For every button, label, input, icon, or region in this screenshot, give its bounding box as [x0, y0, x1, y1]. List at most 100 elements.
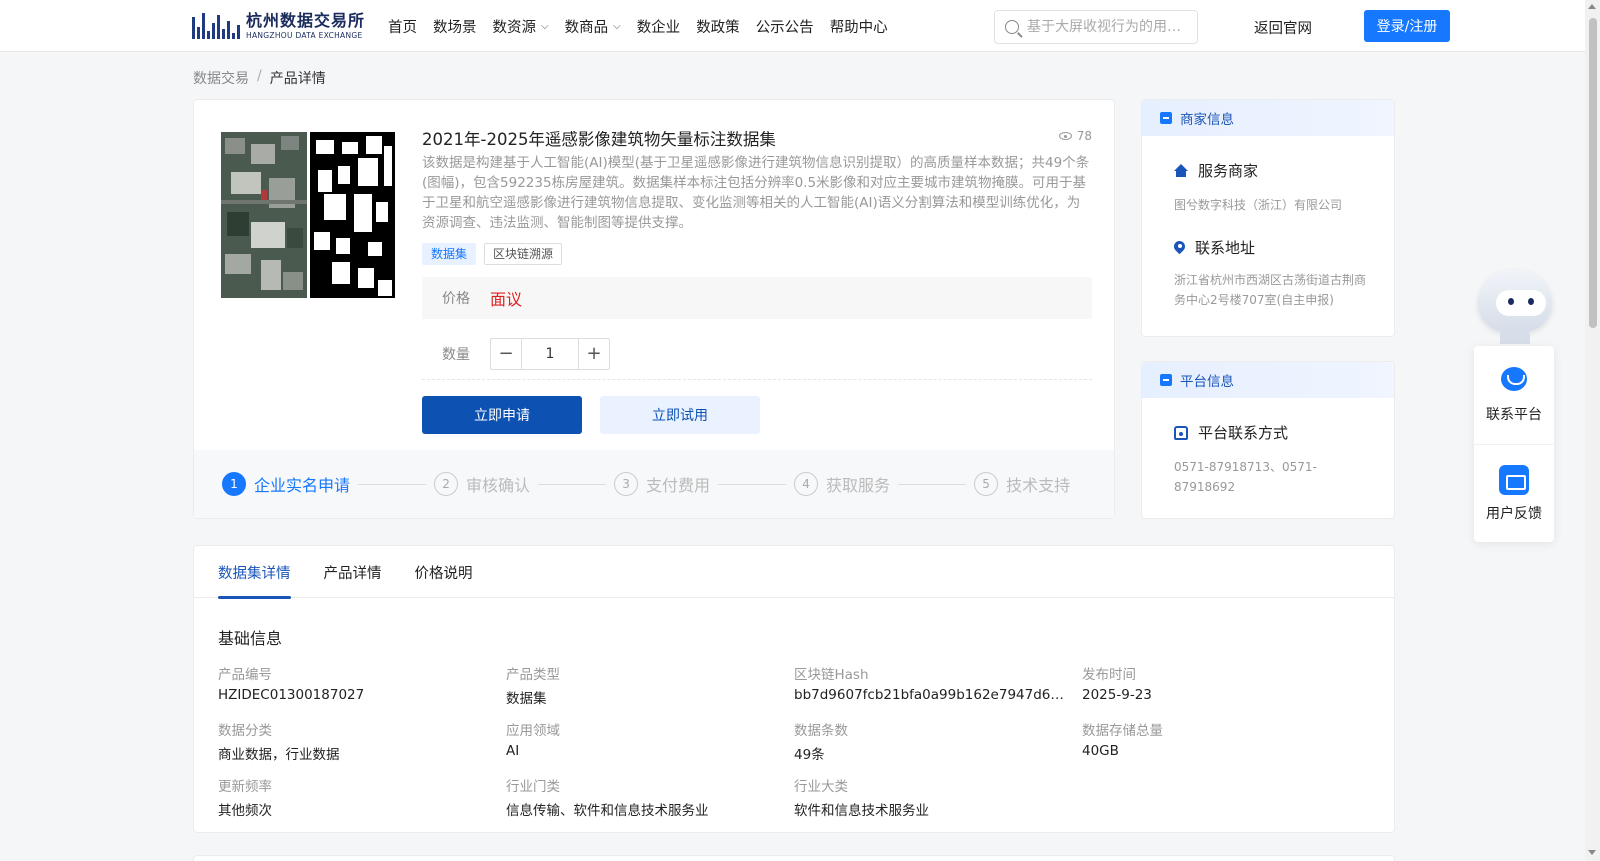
page-scrollbar[interactable]: [1585, 0, 1600, 861]
scroll-up-arrow-icon[interactable]: [1588, 4, 1596, 9]
info-field: 区块链Hash bb7d9607fcb21bfa0a99b162e7947d6b6…: [794, 663, 1082, 705]
try-now-button[interactable]: 立即试用: [600, 396, 760, 434]
breadcrumb-separator: /: [257, 68, 262, 84]
breadcrumb-root[interactable]: 数据交易: [193, 68, 249, 88]
info-field-value: 40GB: [1082, 743, 1119, 759]
process-step: 2 审核确认: [434, 472, 530, 496]
info-field-label: 行业大类: [794, 779, 848, 795]
location-pin-icon: [1174, 241, 1185, 255]
contact-platform-button[interactable]: 联系平台: [1474, 346, 1554, 444]
process-step: 3 支付费用: [614, 472, 710, 496]
site-logo[interactable]: 杭州数据交易所 HANGZHOU DATA EXCHANGE: [192, 10, 365, 42]
info-field-value: AI: [506, 743, 520, 759]
merchant-info-card: 商家信息 服务商家 图兮数字科技（浙江）有限公司 联系地址 浙江省杭州市西湖区古…: [1141, 99, 1395, 337]
nav-item[interactable]: 帮助中心: [830, 16, 888, 37]
platform-info-card: 平台信息 平台联系方式 0571-87918713、0571-87918692: [1141, 361, 1395, 519]
service-merchant-heading: 服务商家: [1174, 160, 1394, 181]
search-input[interactable]: [1027, 19, 1187, 35]
info-field-label: 更新频率: [218, 779, 272, 795]
process-step: 4 获取服务: [794, 472, 890, 496]
merchant-info-header: 商家信息: [1142, 100, 1394, 136]
step-label: 技术支持: [1006, 476, 1071, 495]
breadcrumb: 数据交易 / 产品详情: [193, 68, 326, 88]
search-icon[interactable]: [1005, 20, 1019, 34]
process-steps: 1 企业实名申请 2 审核确认 3 支付费用 4 获取服务 5 技术支持: [194, 450, 1114, 518]
nav-item[interactable]: 数企业: [637, 16, 681, 37]
step-label: 审核确认: [466, 476, 531, 495]
apply-now-button[interactable]: 立即申请: [422, 396, 582, 434]
merchant-name[interactable]: 图兮数字科技（浙江）有限公司: [1174, 195, 1370, 215]
nav-item[interactable]: 首页: [388, 16, 417, 37]
info-field-label: 行业门类: [506, 779, 560, 795]
nav-item-label: 数资源: [492, 19, 537, 36]
detail-tabs: 数据集详情 产品详情 价格说明: [194, 546, 1394, 599]
logo-bars-icon: [192, 13, 240, 39]
product-description: 该数据是构建基于人工智能(AI)模型(基于卫星遥感影像进行建筑物信息识别提取）的…: [422, 155, 1090, 231]
detail-tab[interactable]: 产品详情: [324, 546, 382, 598]
telephone-icon: [1174, 425, 1188, 440]
product-tags: 数据集 区块链溯源: [422, 243, 563, 265]
quantity-label: 数量: [442, 346, 470, 363]
step-number: 2: [434, 472, 459, 496]
info-field: 产品类型 数据集: [506, 663, 794, 707]
nav-item[interactable]: 公示公告: [756, 16, 814, 37]
eye-icon: [1058, 132, 1072, 140]
info-field-label: 数据条数: [794, 723, 848, 739]
platform-info-title: 平台信息: [1180, 374, 1234, 390]
step-label: 获取服务: [826, 476, 891, 495]
scroll-down-arrow-icon[interactable]: [1588, 850, 1596, 855]
decrement-button[interactable]: −: [491, 339, 521, 369]
scrollbar-thumb[interactable]: [1589, 18, 1597, 328]
info-field: 更新频率 其他频次: [218, 775, 506, 819]
merchant-info-title: 商家信息: [1180, 112, 1234, 128]
chevron-down-icon: ⌵: [541, 20, 549, 32]
dataset-details-card: 数据集详情 产品详情 价格说明 基础信息 产品编号 HZIDEC01300187027…: [193, 545, 1395, 833]
nav-item-label: 数企业: [636, 19, 681, 36]
login-register-button[interactable]: 登录/注册: [1364, 10, 1450, 42]
info-field-label: 产品类型: [506, 667, 560, 683]
nav-item[interactable]: 数商品 ⌵: [565, 16, 621, 37]
info-field-label: 产品编号: [218, 667, 272, 683]
info-field: 数据分类 商业数据，行业数据: [218, 719, 506, 763]
back-to-home-link[interactable]: 返回官网: [1254, 17, 1312, 38]
info-field-value: 2025-9-23: [1082, 687, 1152, 703]
info-field-label: 区块链Hash: [794, 667, 869, 683]
logo-title: 杭州数据交易所: [246, 10, 366, 30]
price-value: 面议: [490, 290, 523, 309]
detail-tab[interactable]: 价格说明: [415, 546, 473, 598]
nav-item[interactable]: 数场景: [433, 16, 477, 37]
product-title: 2021年-2025年遥感影像建筑物矢量标注数据集: [422, 130, 776, 149]
platform-contact-heading: 平台联系方式: [1174, 422, 1394, 443]
quantity-input[interactable]: 1: [521, 338, 579, 369]
nav-item-label: 帮助中心: [829, 19, 888, 36]
user-feedback-button[interactable]: 用户反馈: [1474, 444, 1554, 542]
assistant-robot[interactable]: [1472, 266, 1558, 346]
info-field-label: 应用领域: [506, 723, 560, 739]
nav-item[interactable]: 数资源 ⌵: [493, 16, 549, 37]
info-field: 数据存储总量 40GB: [1082, 719, 1370, 761]
contact-platform-label: 联系平台: [1486, 407, 1542, 423]
merchant-address: 浙江省杭州市西湖区古荡街道古荆商务中心2号楼707室(自主申报): [1174, 273, 1367, 307]
info-card-icon: [1160, 112, 1172, 124]
info-field-value: HZIDEC01300187027: [218, 687, 365, 703]
satellite-image: [221, 132, 307, 298]
detail-tab[interactable]: 数据集详情: [218, 546, 291, 599]
step-connector: [898, 483, 967, 485]
nav-item-label: 数场景: [433, 19, 477, 36]
nav-item-label: 公示公告: [755, 19, 814, 36]
info-field: 产品编号 HZIDEC01300187027: [218, 663, 506, 705]
search-box[interactable]: [994, 10, 1198, 44]
step-connector: [358, 483, 427, 485]
logo-subtitle: HANGZHOU DATA EXCHANGE: [246, 30, 363, 40]
step-number: 5: [974, 472, 999, 496]
info-field: 行业大类 软件和信息技术服务业: [794, 775, 1082, 819]
info-field-value: 49条: [794, 747, 825, 763]
step-label: 支付费用: [646, 476, 711, 495]
info-field: 应用领域 AI: [506, 719, 794, 761]
nav-item[interactable]: 数政策: [696, 16, 740, 37]
price-label: 价格: [442, 291, 470, 307]
view-count: 78: [1058, 129, 1092, 143]
product-image[interactable]: [221, 132, 395, 298]
headset-icon: [1498, 366, 1530, 396]
increment-button[interactable]: +: [579, 339, 609, 369]
